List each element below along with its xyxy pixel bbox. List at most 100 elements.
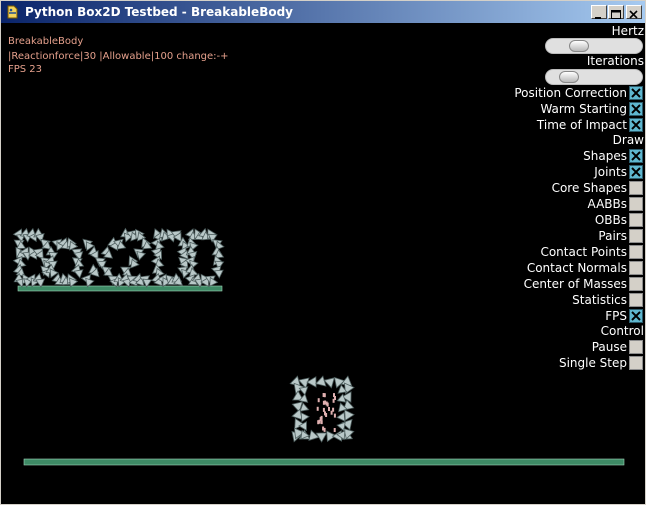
toggle-label: Core Shapes: [551, 181, 627, 195]
toggle-label: Center of Masses: [523, 277, 627, 291]
close-icon: [629, 10, 638, 19]
particle: [323, 393, 326, 398]
checkbox-position-correction[interactable]: [629, 86, 643, 100]
iterations-slider[interactable]: [545, 69, 643, 85]
letter-fragment: [136, 250, 147, 261]
reaction-force-readout: |Reactionforce|30 |Allowable|100 change:…: [8, 51, 229, 62]
container-fragment: [291, 408, 303, 421]
particle: [323, 427, 326, 432]
control-section-label: Control: [600, 324, 644, 338]
particle: [326, 402, 329, 407]
iterations-label: Iterations: [586, 54, 644, 68]
particle: [333, 428, 336, 432]
checkbox-pairs[interactable]: [629, 229, 643, 243]
checkbox-contact-normals[interactable]: [629, 261, 643, 275]
container-fragment: [344, 409, 355, 422]
container-fragment: [300, 412, 310, 423]
toggle-label: AABBs: [587, 197, 627, 211]
toggle-label: Pause: [591, 340, 627, 354]
toggle-joints[interactable]: Joints: [384, 164, 644, 180]
toggle-label: Joints: [594, 165, 627, 179]
hertz-slider[interactable]: [545, 38, 643, 54]
title-bar[interactable]: Python Box2D Testbed - BreakableBody: [1, 1, 645, 23]
check-x-icon: [631, 167, 641, 177]
toggle-statistics[interactable]: Statistics: [384, 292, 644, 308]
toggle-label: FPS: [605, 309, 627, 323]
toggle-time-of-impact[interactable]: Time of Impact: [384, 117, 644, 133]
toggle-label: Warm Starting: [540, 102, 627, 116]
maximize-button[interactable]: [608, 5, 624, 19]
check-x-icon: [631, 88, 641, 98]
toggle-label: Statistics: [572, 293, 627, 307]
particle: [333, 413, 336, 418]
toggle-label: Time of Impact: [536, 118, 627, 132]
particle: [317, 398, 320, 403]
toggle-shapes[interactable]: Shapes: [384, 148, 644, 164]
checkbox-single-step[interactable]: [629, 356, 643, 370]
checkbox-core-shapes[interactable]: [629, 181, 643, 195]
particle: [322, 400, 325, 405]
toggle-aabbs[interactable]: AABBs: [384, 196, 644, 212]
minimize-icon: [595, 17, 601, 19]
test-name: BreakableBody: [8, 36, 84, 47]
check-x-icon: [631, 104, 641, 114]
ground-platform-lower: [23, 458, 625, 466]
particle: [316, 406, 319, 411]
minimize-button[interactable]: [591, 5, 607, 19]
toggle-label: Shapes: [583, 149, 627, 163]
particle: [320, 415, 323, 420]
container-fragment: [336, 411, 346, 422]
checkbox-warm-starting[interactable]: [629, 102, 643, 116]
check-x-icon: [631, 120, 641, 130]
toggle-core-shapes[interactable]: Core Shapes: [384, 180, 644, 196]
window-title: Python Box2D Testbed - BreakableBody: [25, 5, 293, 19]
particle: [333, 393, 335, 398]
draw-section-label: Draw: [612, 133, 644, 147]
checkbox-obbs[interactable]: [629, 213, 643, 227]
simulation-viewport[interactable]: BreakableBody |Reactionforce|30 |Allowab…: [2, 24, 644, 503]
close-button[interactable]: [626, 5, 642, 19]
app-window: Python Box2D Testbed - BreakableBody Bre…: [0, 0, 646, 505]
container-fragment: [315, 375, 327, 387]
toggle-label: Pairs: [598, 229, 627, 243]
checkbox-aabbs[interactable]: [629, 197, 643, 211]
checkbox-contact-points[interactable]: [629, 245, 643, 259]
checkbox-pause[interactable]: [629, 340, 643, 354]
checkbox-fps[interactable]: [629, 309, 643, 323]
toggle-position-correction[interactable]: Position Correction: [384, 85, 644, 101]
particle: [332, 407, 335, 412]
checkbox-joints[interactable]: [629, 165, 643, 179]
ground-platform-upper: [17, 285, 223, 292]
container-fragment: [298, 386, 309, 396]
toggle-contact-normals[interactable]: Contact Normals: [384, 260, 644, 276]
iterations-slider-knob[interactable]: [559, 71, 579, 83]
toggle-obbs[interactable]: OBBs: [384, 212, 644, 228]
letter-fragment: [85, 277, 95, 288]
particle: [325, 413, 328, 417]
particle: [320, 420, 323, 425]
checkbox-center-of-masses[interactable]: [629, 277, 643, 291]
toggle-label: Contact Points: [540, 245, 627, 259]
toggle-pairs[interactable]: Pairs: [384, 228, 644, 244]
particle: [322, 407, 325, 412]
toggle-label: OBBs: [594, 213, 627, 227]
maximize-icon: [611, 10, 621, 19]
letter-fragment: [73, 269, 84, 279]
toggle-fps[interactable]: FPS: [384, 308, 644, 324]
toggle-single-step[interactable]: Single Step: [384, 355, 644, 371]
letter-fragment: [213, 269, 224, 279]
toggle-label: Single Step: [558, 356, 627, 370]
checkbox-time-of-impact[interactable]: [629, 118, 643, 132]
toggle-contact-points[interactable]: Contact Points: [384, 244, 644, 260]
toggle-label: Contact Normals: [526, 261, 627, 275]
checkbox-shapes[interactable]: [629, 149, 643, 163]
python-app-icon: [7, 5, 18, 19]
hertz-label: Hertz: [611, 24, 644, 38]
hertz-slider-knob[interactable]: [569, 40, 589, 52]
toggle-warm-starting[interactable]: Warm Starting: [384, 101, 644, 117]
check-x-icon: [631, 311, 641, 321]
checkbox-statistics[interactable]: [629, 293, 643, 307]
fps-readout: FPS 23: [8, 64, 43, 75]
toggle-pause[interactable]: Pause: [384, 339, 644, 355]
toggle-center-of-masses[interactable]: Center of Masses: [384, 276, 644, 292]
